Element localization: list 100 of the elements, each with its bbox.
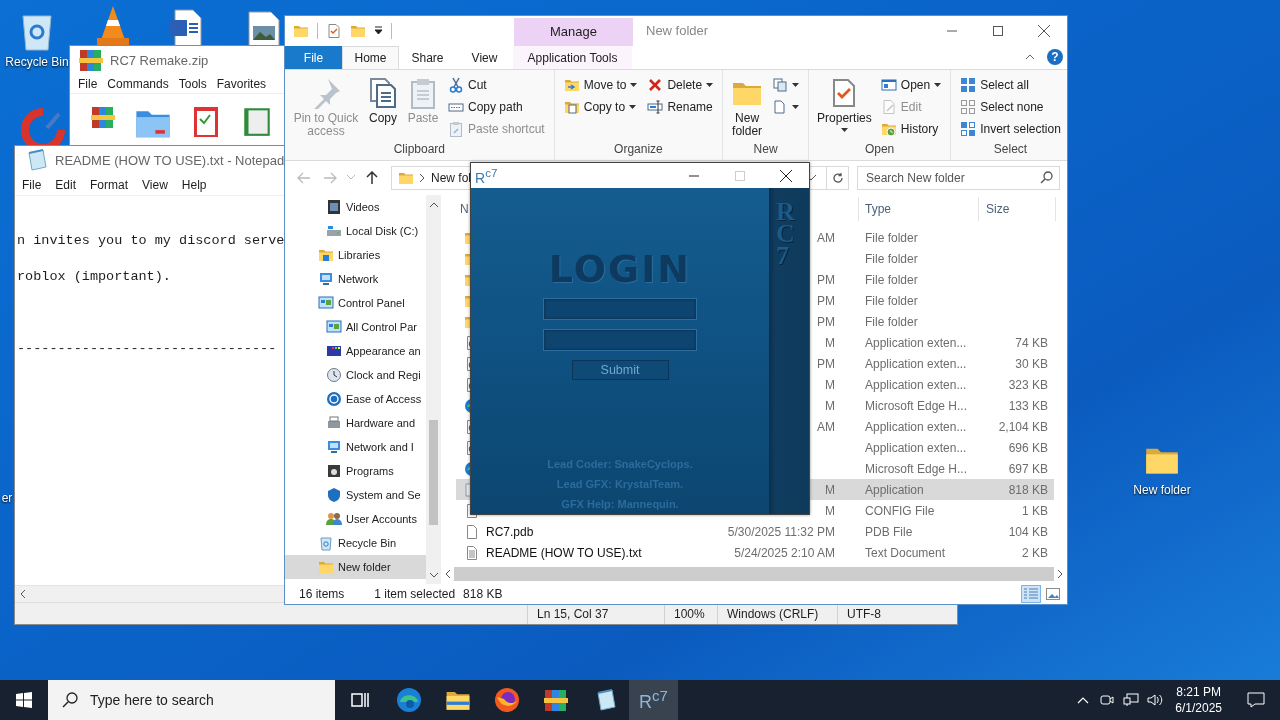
ribbon-button[interactable]: Copy to xyxy=(560,95,641,118)
nav-item[interactable]: User Accounts xyxy=(285,507,426,532)
scrollbar-thumb[interactable] xyxy=(429,420,438,526)
ribbon-button[interactable]: Copy xyxy=(365,73,401,128)
ribbon-button[interactable]: Open xyxy=(877,73,945,96)
icon-label[interactable]: New folder xyxy=(1133,483,1191,497)
caret-icon xyxy=(374,26,383,36)
clock-date[interactable]: 6/1/2025 xyxy=(1175,700,1222,716)
nav-item[interactable]: Network and I xyxy=(285,435,426,460)
nav-item[interactable]: Network xyxy=(285,267,426,292)
ribbon-button[interactable]: History xyxy=(877,117,945,140)
nav-item[interactable]: Hardware and xyxy=(285,411,426,436)
file-type: Application exten... xyxy=(865,419,967,434)
nav-item[interactable]: All Control Par xyxy=(285,315,426,340)
file-type: File folder xyxy=(865,293,918,308)
menu-item[interactable]: File xyxy=(73,76,103,91)
nav-item[interactable]: System and Se xyxy=(285,483,426,508)
nav-item[interactable]: Libraries xyxy=(285,243,426,268)
ribbon-tab[interactable]: View xyxy=(456,45,513,69)
menu-item[interactable]: View xyxy=(135,177,175,192)
panel-icon xyxy=(326,319,342,336)
folder-icon xyxy=(318,559,334,576)
help-button[interactable]: ? xyxy=(1047,49,1063,66)
file-row[interactable]: RC7.pdb 5/30/2025 11:32 PM PDB File 104 KB xyxy=(456,521,1054,543)
ribbon-tab[interactable]: Share xyxy=(399,45,456,69)
ribbon-button[interactable]: Cut xyxy=(445,73,548,96)
caret-icon xyxy=(840,127,848,132)
nav-item[interactable]: Appearance an xyxy=(285,339,426,364)
ribbon-button[interactable]: Select all xyxy=(957,73,1064,96)
ribbon-button[interactable]: Move to xyxy=(560,73,641,96)
menu-item[interactable]: Commands xyxy=(102,76,174,91)
window-title: README (HOW TO USE).txt - Notepad xyxy=(55,152,285,168)
ribbon-tab[interactable]: File xyxy=(285,45,342,69)
page-pencil-icon xyxy=(880,98,897,115)
nav-item[interactable]: Programs xyxy=(285,459,426,484)
input-field[interactable] xyxy=(543,298,697,320)
camera-icon xyxy=(1100,693,1115,707)
clock-icon xyxy=(326,367,342,384)
file-size: 74 KB xyxy=(1015,335,1048,350)
fox-globe-icon xyxy=(493,687,520,713)
search-input[interactable]: Search New folder xyxy=(864,169,1040,186)
tiles-view-button[interactable] xyxy=(1043,585,1063,603)
icon-label[interactable]: Recycle Bin xyxy=(5,55,69,69)
nav-item[interactable]: Local Disk (C:) xyxy=(285,219,426,244)
nav-item[interactable]: Clock and Regi xyxy=(285,363,426,388)
menu-item[interactable]: Help xyxy=(174,177,214,192)
ribbon-button[interactable]: Delete xyxy=(644,73,717,96)
taskbar-app[interactable]: R$^{c7}$ xyxy=(629,680,678,720)
column-header[interactable]: Type xyxy=(865,202,891,217)
nav-item[interactable]: Recycle Bin xyxy=(285,531,426,556)
caret-icon xyxy=(934,82,942,87)
ribbon-tab[interactable]: Home xyxy=(342,45,399,69)
ribbon-button[interactable]: Select none xyxy=(957,95,1064,118)
menu-item[interactable]: Edit xyxy=(48,177,84,192)
book-stack-icon xyxy=(542,687,569,713)
menu-item[interactable]: File xyxy=(15,177,49,192)
menu-item[interactable]: Favorites xyxy=(211,76,272,91)
clock-time[interactable]: 8:21 PM xyxy=(1176,684,1221,700)
status-text: UTF-8 xyxy=(847,606,881,621)
nav-item[interactable]: Ease of Access xyxy=(285,387,426,412)
icon-label[interactable]: er xyxy=(1,491,13,505)
delete-icon xyxy=(647,76,664,93)
ribbon-tab[interactable]: Application Tools xyxy=(513,45,632,69)
caret-icon xyxy=(629,104,637,109)
nav-item[interactable]: Videos xyxy=(285,195,426,220)
file-date: AM xyxy=(817,230,835,245)
group-label: Clipboard xyxy=(392,141,447,158)
status-text: Windows (CRLF) xyxy=(727,606,819,621)
status-text: Ln 15, Col 37 xyxy=(537,606,609,621)
column-header[interactable]: N xyxy=(460,202,469,217)
grid-mixed-icon xyxy=(960,120,977,137)
search-input[interactable]: Type here to search xyxy=(88,691,335,709)
caret-icon xyxy=(630,82,638,87)
text-line: n invites you to my discord serve xyxy=(17,232,285,250)
file-type: Microsoft Edge H... xyxy=(865,398,968,413)
search-field[interactable]: Type here to search xyxy=(48,680,335,720)
file-type: Application exten... xyxy=(865,356,967,371)
nav-item[interactable]: Control Panel xyxy=(285,291,426,316)
chevron-up-icon xyxy=(1077,696,1090,704)
submit-button[interactable]: Submit xyxy=(571,360,669,380)
refresh-button[interactable] xyxy=(827,165,849,190)
ribbon-button[interactable]: Properties xyxy=(815,73,874,135)
file-date: M xyxy=(825,398,835,413)
chevron-down-icon xyxy=(347,175,355,181)
ribbon-button[interactable]: Copy path xyxy=(445,95,548,118)
ribbon-button[interactable]: Invert selection xyxy=(957,117,1064,140)
column-header[interactable]: Size xyxy=(986,202,1010,217)
page-icon xyxy=(464,523,480,540)
ribbon-button[interactable]: New folder xyxy=(729,73,766,141)
caret-icon xyxy=(792,82,800,87)
file-row[interactable]: README (HOW TO USE).txt 5/24/2025 2:10 AM Text Document 2 KB xyxy=(456,542,1054,564)
nav-item[interactable]: New folder xyxy=(285,555,426,580)
image-view-icon xyxy=(1046,588,1060,600)
search-field[interactable]: Search New folder xyxy=(857,165,1060,190)
menu-item[interactable]: Tools xyxy=(173,76,212,91)
windows-icon xyxy=(16,692,32,708)
file-type: File folder xyxy=(865,314,918,329)
input-field[interactable] xyxy=(543,329,697,351)
ribbon-button[interactable]: Rename xyxy=(644,95,717,118)
menu-item[interactable]: Format xyxy=(83,177,136,192)
